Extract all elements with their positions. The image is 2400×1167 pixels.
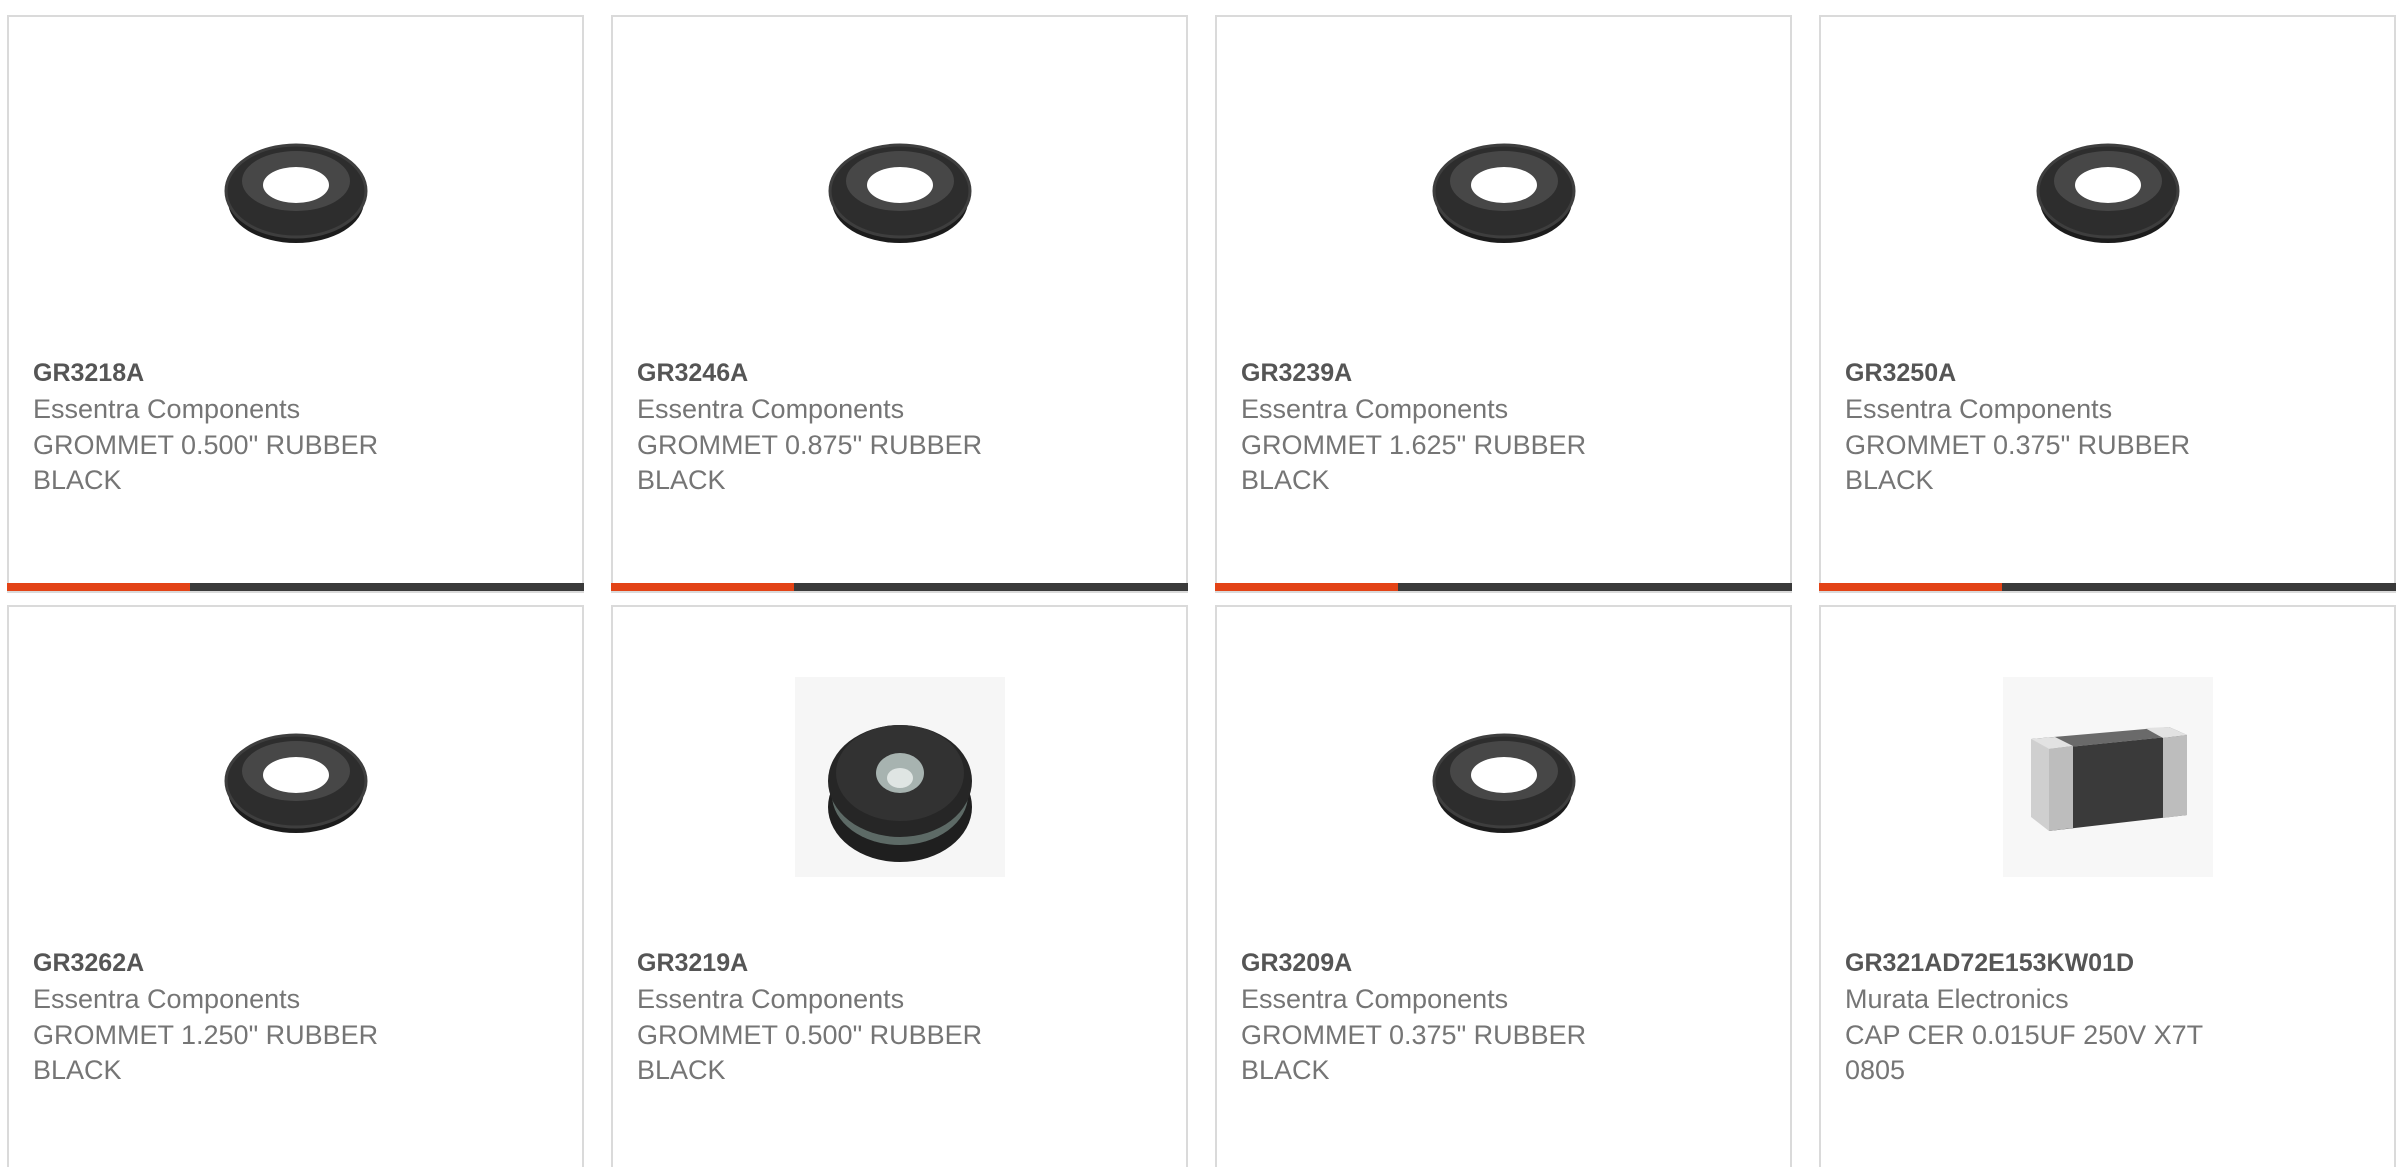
product-description: GROMMET 0.500" RUBBER BLACK — [33, 429, 379, 496]
product-image[interactable] — [613, 677, 1186, 877]
manufacturer: Essentra Components — [33, 394, 301, 424]
card-accent — [7, 583, 190, 591]
product-description: GROMMET 0.375" RUBBER BLACK — [1845, 429, 2191, 496]
product-card[interactable]: GR3246A Essentra Components GROMMET 0.87… — [611, 15, 1188, 593]
manufacturer: Essentra Components — [1241, 394, 1509, 424]
part-number[interactable]: GR3262A — [33, 945, 558, 981]
card-accent — [1819, 583, 2002, 591]
ceramic-capacitor-image — [2002, 677, 2213, 877]
part-number[interactable]: GR321AD72E153KW01D — [1845, 945, 2370, 981]
solid-grommet-image — [794, 677, 1005, 877]
grommet-image — [1432, 733, 1575, 833]
part-number[interactable]: GR3219A — [637, 945, 1162, 981]
product-description: CAP CER 0.015UF 250V X7T 0805 — [1845, 1019, 2203, 1086]
grommet-image — [828, 143, 971, 243]
card-bottom-bar — [1819, 583, 2396, 591]
product-image[interactable] — [9, 677, 582, 877]
manufacturer: Essentra Components — [1845, 394, 2113, 424]
product-card[interactable]: GR3219A Essentra Components GROMMET 0.50… — [611, 605, 1188, 1167]
product-description: GROMMET 0.375" RUBBER BLACK — [1241, 1019, 1587, 1086]
grommet-image — [224, 143, 367, 243]
product-card[interactable]: GR321AD72E153KW01D Murata Electronics CA… — [1819, 605, 2396, 1167]
part-number[interactable]: GR3218A — [33, 355, 558, 391]
manufacturer: Essentra Components — [33, 984, 301, 1014]
product-description: GROMMET 0.875" RUBBER BLACK — [637, 429, 983, 496]
part-number[interactable]: GR3246A — [637, 355, 1162, 391]
card-bottom-bar — [611, 583, 1188, 591]
grommet-image — [1432, 143, 1575, 243]
manufacturer: Essentra Components — [637, 984, 905, 1014]
product-card[interactable]: GR3239A Essentra Components GROMMET 1.62… — [1215, 15, 1792, 593]
product-card[interactable]: GR3250A Essentra Components GROMMET 0.37… — [1819, 15, 2396, 593]
product-image[interactable] — [1821, 677, 2394, 877]
product-card[interactable]: GR3262A Essentra Components GROMMET 1.25… — [7, 605, 584, 1167]
product-image[interactable] — [1217, 677, 1790, 877]
part-number[interactable]: GR3250A — [1845, 355, 2370, 391]
product-image[interactable] — [9, 87, 582, 287]
card-bottom-bar — [7, 583, 584, 591]
product-image[interactable] — [1821, 87, 2394, 287]
product-card[interactable]: GR3218A Essentra Components GROMMET 0.50… — [7, 15, 584, 593]
card-accent — [611, 583, 794, 591]
card-bottom-bar — [1215, 583, 1792, 591]
part-number[interactable]: GR3239A — [1241, 355, 1766, 391]
product-description: GROMMET 0.500" RUBBER BLACK — [637, 1019, 983, 1086]
product-image[interactable] — [613, 87, 1186, 287]
product-card[interactable]: GR3209A Essentra Components GROMMET 0.37… — [1215, 605, 1792, 1167]
manufacturer: Essentra Components — [1241, 984, 1509, 1014]
card-accent — [1215, 583, 1398, 591]
grommet-image — [2036, 143, 2179, 243]
product-description: GROMMET 1.250" RUBBER BLACK — [33, 1019, 379, 1086]
product-description: GROMMET 1.625" RUBBER BLACK — [1241, 429, 1587, 496]
product-image[interactable] — [1217, 87, 1790, 287]
grommet-image — [224, 733, 367, 833]
part-number[interactable]: GR3209A — [1241, 945, 1766, 981]
product-grid: GR3218A Essentra Components GROMMET 0.50… — [0, 0, 2400, 1167]
manufacturer: Essentra Components — [637, 394, 905, 424]
manufacturer: Murata Electronics — [1845, 984, 2069, 1014]
